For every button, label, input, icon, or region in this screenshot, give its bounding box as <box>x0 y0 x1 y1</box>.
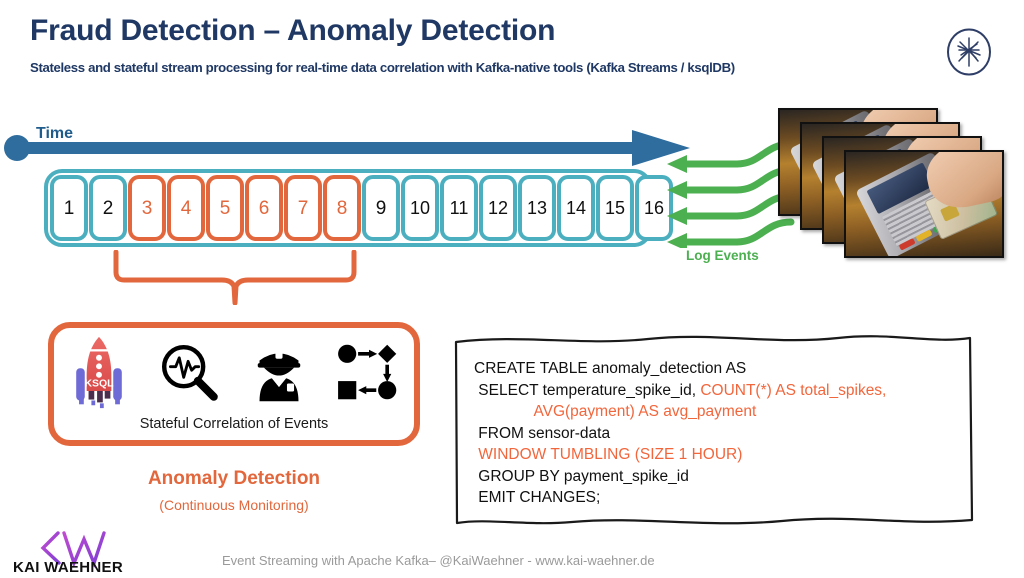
timeline-box: 7 <box>284 175 322 241</box>
log-events-arrows <box>667 140 795 248</box>
ksql-code-line: SELECT temperature_spike_id, COUNT(*) AS… <box>474 380 964 402</box>
time-axis-arrow <box>4 130 690 166</box>
anomaly-detection-panel: KSQL Stateful Correlation of Events <box>48 322 420 446</box>
flow-diagram-icon <box>333 334 405 410</box>
ksql-keyword: COUNT(*) AS total_spikes, <box>700 381 887 399</box>
timeline-box: 8 <box>323 175 361 241</box>
footer-credit: Event Streaming with Apache Kafka– @KaiW… <box>222 553 655 568</box>
ksql-code-line: WINDOW TUMBLING (SIZE 1 HOUR) <box>474 444 964 466</box>
timeline-box: 11 <box>440 175 478 241</box>
ksql-text: EMIT CHANGES; <box>474 489 601 506</box>
ksql-rocket-icon: KSQL <box>63 334 135 410</box>
ksql-code-line: GROUP BY payment_spike_id <box>474 466 964 488</box>
page-title: Fraud Detection – Anomaly Detection <box>30 14 556 47</box>
timeline-box: 10 <box>401 175 439 241</box>
ksql-keyword: WINDOW TUMBLING (SIZE 1 HOUR) <box>474 446 743 463</box>
detection-title: Anomaly Detection <box>147 468 321 489</box>
payment-terminal-card-photo <box>844 150 1004 258</box>
confluent-logo-icon <box>947 28 991 76</box>
timeline-boxes: 1 2 3 4 5 6 7 8 9 10 11 12 13 14 15 16 <box>50 175 673 241</box>
timeline-box: 2 <box>89 175 127 241</box>
timeline-box: 5 <box>206 175 244 241</box>
detection-caption: Stateful Correlation of Events <box>139 416 329 432</box>
payment-terminal-photo-stack <box>778 108 1018 268</box>
svg-text:KSQL: KSQL <box>85 378 115 389</box>
detection-subtitle: (Continuous Monitoring) <box>159 497 309 513</box>
ksql-code-line: FROM sensor-data <box>474 423 964 445</box>
timeline-box: 9 <box>362 175 400 241</box>
ksql-text: CREATE TABLE anomaly_detection AS <box>474 360 747 377</box>
timeline-box: 6 <box>245 175 283 241</box>
ksql-code: CREATE TABLE anomaly_detection AS SELECT… <box>474 358 964 509</box>
log-events-label: Log Events <box>686 248 759 263</box>
ksql-code-line: EMIT CHANGES; <box>474 487 964 509</box>
ksql-statement-panel: CREATE TABLE anomaly_detection AS SELECT… <box>452 332 976 528</box>
ksql-code-line: AVG(payment) AS avg_payment <box>474 401 964 423</box>
police-officer-icon <box>243 334 315 410</box>
slide-canvas: Fraud Detection – Anomaly Detection Stat… <box>0 0 1024 578</box>
timeline-box: 3 <box>128 175 166 241</box>
window-brace <box>113 250 357 305</box>
ksql-keyword: AVG(payment) AS avg_payment <box>533 403 757 420</box>
kai-waehner-brand: KAI WAEHNER <box>13 559 123 576</box>
timeline-box: 13 <box>518 175 556 241</box>
timeline-box: 1 <box>50 175 88 241</box>
timeline-box: 15 <box>596 175 634 241</box>
page-subtitle: Stateless and stateful stream processing… <box>30 60 735 75</box>
detection-icons-row: KSQL <box>54 334 414 410</box>
ksql-text: GROUP BY payment_spike_id <box>474 467 689 485</box>
ksql-text <box>474 403 533 420</box>
ksql-text: SELECT temperature_spike_id, <box>474 381 701 399</box>
pulse-magnifier-icon <box>153 334 225 410</box>
ksql-text: FROM sensor-data <box>474 424 611 442</box>
timeline-box: 4 <box>167 175 205 241</box>
timeline-box: 14 <box>557 175 595 241</box>
timeline-box: 12 <box>479 175 517 241</box>
ksql-code-line: CREATE TABLE anomaly_detection AS <box>474 358 964 380</box>
